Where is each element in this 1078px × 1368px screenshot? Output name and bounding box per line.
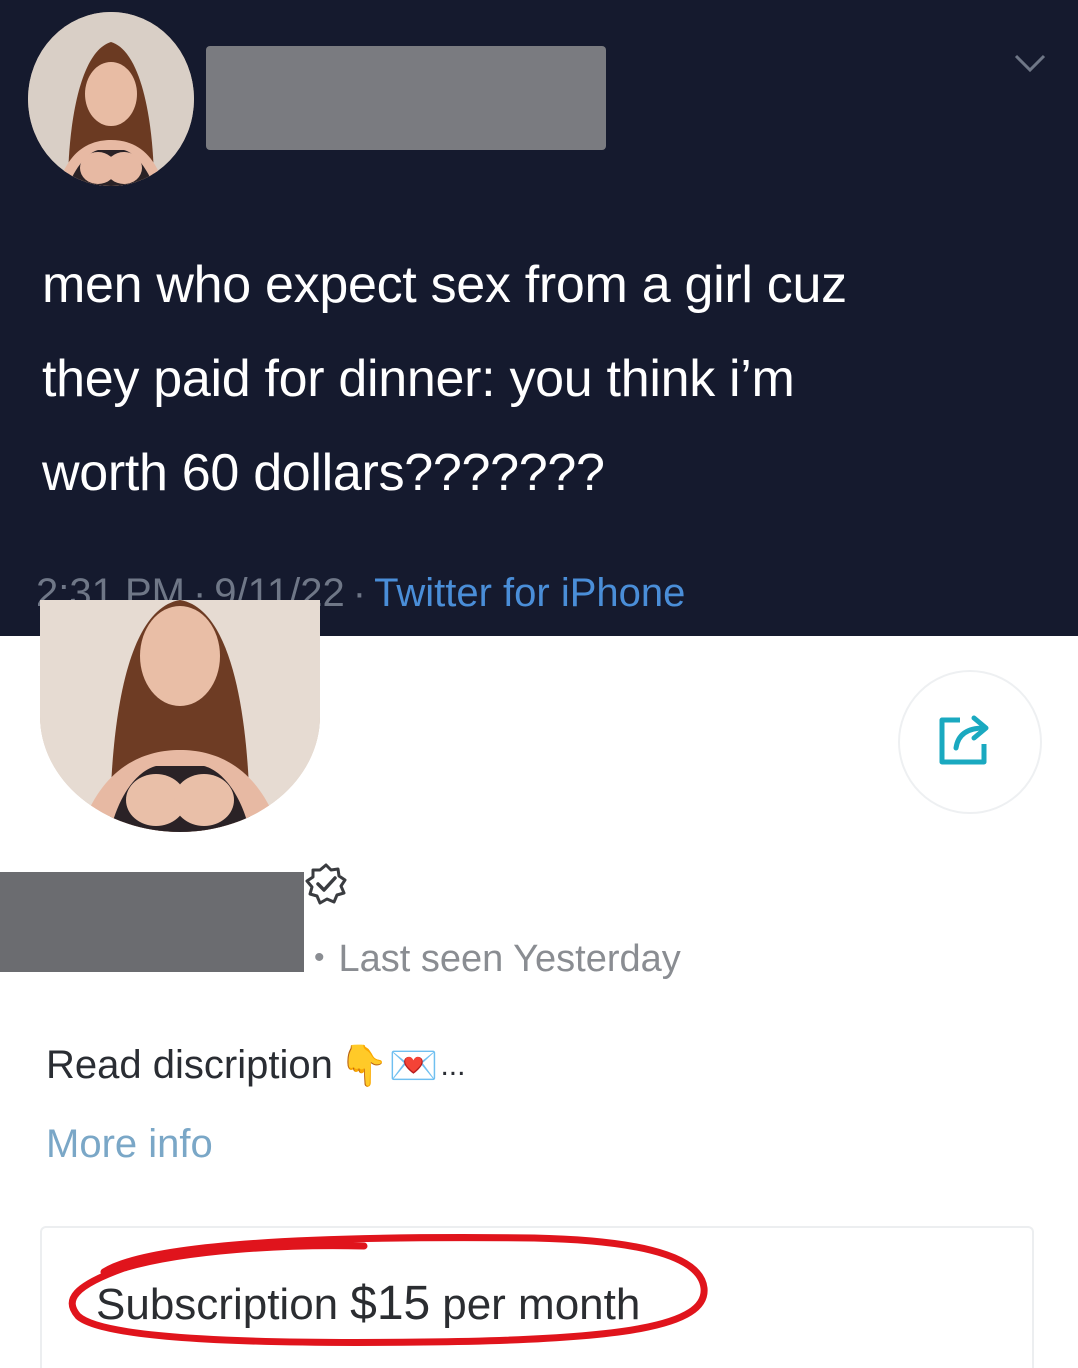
last-seen-text: Last seen Yesterday bbox=[338, 938, 681, 980]
meta-separator: · bbox=[352, 570, 367, 615]
tweet-text: men who expect sex from a girl cuz they … bbox=[42, 238, 1042, 520]
tweet-text-line: men who expect sex from a girl cuz bbox=[42, 256, 847, 314]
last-seen-status: • Last seen Yesterday bbox=[314, 938, 681, 981]
description-text: Read discription bbox=[46, 1043, 333, 1087]
tweet-text-line: they paid for dinner: you think i’m bbox=[42, 350, 795, 408]
profile-description: Read discription 👇💌 ... bbox=[46, 1042, 465, 1089]
tweet-text-line: worth 60 dollars??????? bbox=[42, 444, 605, 502]
verified-badge-icon bbox=[305, 863, 347, 905]
redacted-profile-name bbox=[0, 872, 304, 972]
tweet-card: men who expect sex from a girl cuz they … bbox=[0, 0, 1078, 636]
status-separator: • bbox=[314, 941, 325, 974]
share-icon bbox=[939, 715, 989, 765]
profile-avatar[interactable] bbox=[40, 600, 320, 832]
tweet-source-link[interactable]: Twitter for iPhone bbox=[374, 571, 685, 616]
redacted-author-name bbox=[206, 46, 606, 150]
red-highlight-circle bbox=[68, 1234, 708, 1346]
tweet-author-avatar[interactable] bbox=[28, 12, 194, 186]
description-ellipsis: ... bbox=[440, 1048, 466, 1082]
description-emojis: 👇💌 bbox=[338, 1044, 439, 1088]
more-info-link[interactable]: More info bbox=[46, 1122, 213, 1167]
chevron-down-icon[interactable] bbox=[1010, 48, 1050, 78]
